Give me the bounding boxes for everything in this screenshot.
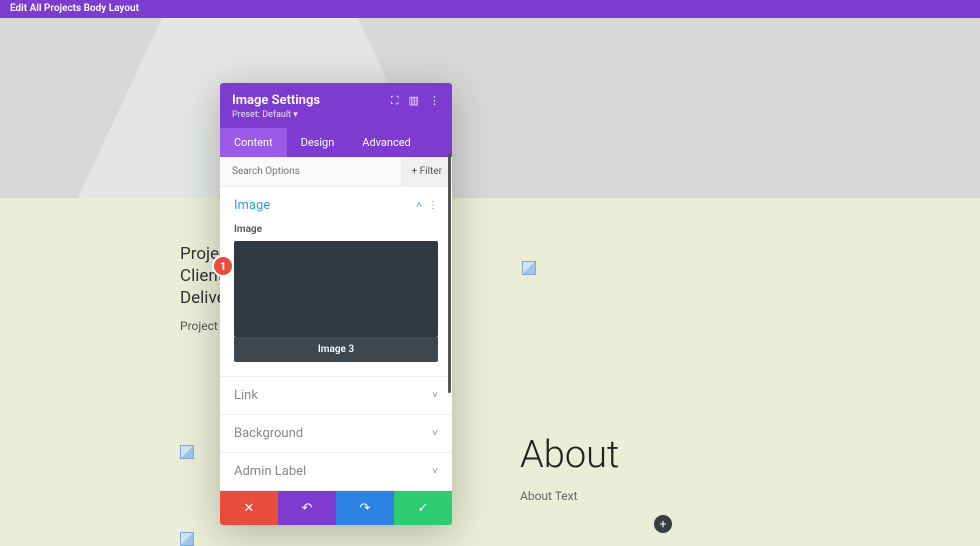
about-text: About Text [520,489,619,503]
image-placeholder-icon [180,532,194,546]
image-placeholder-icon [522,261,536,275]
expand-icon[interactable]: ⛶ [391,94,399,108]
more-icon[interactable]: ⋮ [428,200,438,211]
search-row: + Filter [220,157,452,187]
modal-header-icons: ⛶ ▥ ⋮ [391,94,440,108]
section-admin-label: Admin Label ˅ [220,453,452,491]
section-background-header[interactable]: Background ˅ [220,415,452,452]
section-image-body: Image Image 3 [220,224,452,376]
section-image-header[interactable]: Image ˄⋮ [220,187,452,224]
image-placeholder-icon [180,445,194,459]
section-link-header[interactable]: Link ˅ [220,377,452,414]
chevron-down-icon: ˅ [432,390,438,401]
about-heading: About [520,433,619,477]
chevron-down-icon: ˅ [432,428,438,439]
image-caption: Image 3 [234,337,438,362]
add-button[interactable]: + [654,515,672,533]
more-icon[interactable]: ⋮ [429,94,440,108]
modal-tabs: Content Design Advanced [220,128,452,157]
modal-header: Image Settings ⛶ ▥ ⋮ Preset: Default ▾ [220,83,452,128]
image-preview[interactable] [234,241,438,337]
close-icon: ✕ [244,501,255,516]
redo-icon: ↷ [360,501,371,516]
drag-icon[interactable]: ▥ [409,94,419,108]
top-bar-title: Edit All Projects Body Layout [10,3,139,14]
section-image: Image ˄ ⋮ Image Image 3 [220,187,452,377]
preset-label[interactable]: Preset: Default ▾ [232,110,440,120]
page-canvas: Project Name Client Name Delivery Date P… [0,18,980,520]
section-admin-header[interactable]: Admin Label ˅ [220,453,452,490]
search-input[interactable] [220,157,401,186]
about-block: About About Text [520,433,619,503]
chevron-down-icon: ˅ [432,466,438,477]
section-link: Link ˅ [220,377,452,415]
scrollbar[interactable] [448,153,451,393]
step-badge-1: 1 [212,255,234,277]
tab-advanced[interactable]: Advanced [348,128,424,157]
check-icon: ✓ [418,501,429,516]
filter-button[interactable]: + Filter [401,157,452,186]
settings-modal: Image Settings ⛶ ▥ ⋮ Preset: Default ▾ C… [220,83,452,525]
tab-content[interactable]: Content [220,128,287,157]
undo-icon: ↶ [302,501,313,516]
modal-title: Image Settings [232,93,320,108]
top-bar: Edit All Projects Body Layout [0,0,980,18]
section-background: Background ˅ [220,415,452,453]
chevron-up-icon: ˄ [416,200,422,211]
image-field-label: Image [234,224,438,235]
tab-design[interactable]: Design [287,128,349,157]
plus-icon: + [660,517,667,531]
